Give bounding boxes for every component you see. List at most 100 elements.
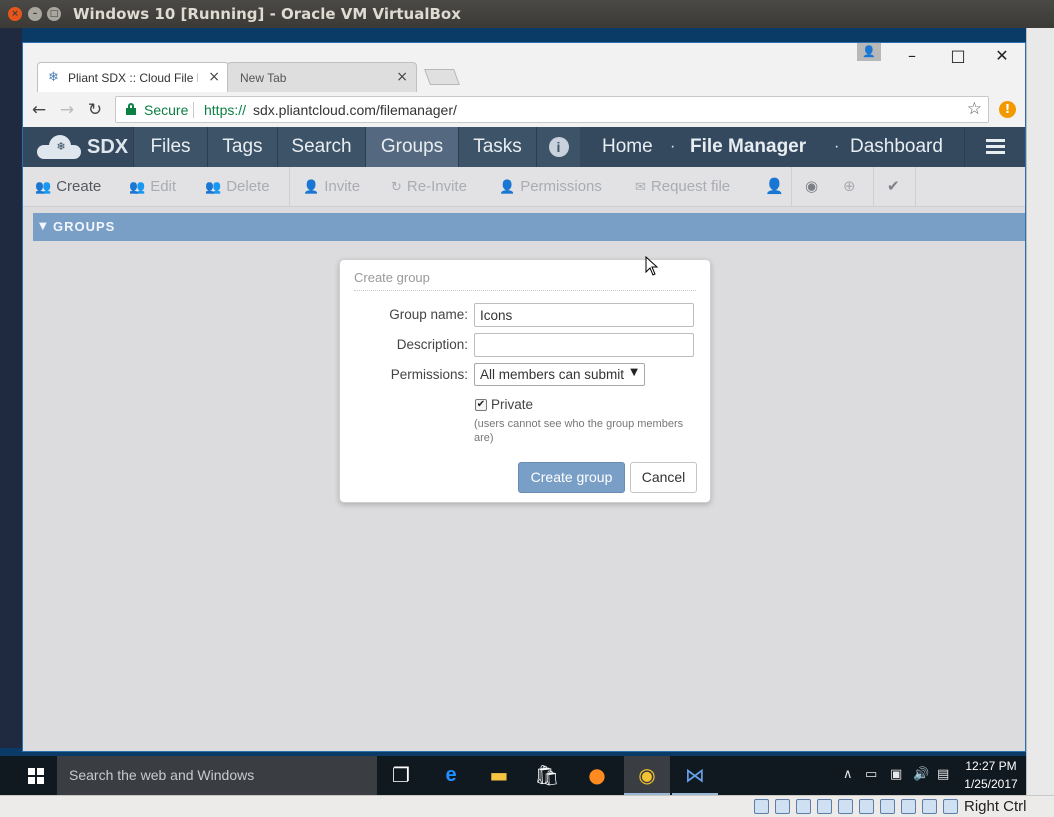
- tab-close-icon[interactable]: ×: [396, 69, 408, 85]
- nav-separator: ·: [670, 138, 676, 155]
- new-tab-button[interactable]: [424, 69, 460, 85]
- browser-toolbar: ← → ↻ Secure https:// sdx.pliantcloud.co…: [23, 93, 1025, 127]
- dialog-divider: [354, 290, 696, 291]
- visual-studio-icon[interactable]: ⋈: [672, 756, 718, 795]
- usb-icon[interactable]: [817, 799, 832, 814]
- permissions-select[interactable]: All members can submit ▼: [474, 363, 645, 386]
- forward-arrow-icon[interactable]: →: [55, 99, 79, 121]
- edge-icon[interactable]: e: [428, 756, 474, 795]
- cancel-button[interactable]: Cancel: [630, 462, 697, 493]
- network-adapter-icon[interactable]: [880, 799, 895, 814]
- display-icon[interactable]: [859, 799, 874, 814]
- group-name-label: Group name:: [389, 307, 468, 322]
- info-icon: i: [548, 137, 569, 157]
- permissions-action[interactable]: 👤 Permissions: [499, 178, 602, 195]
- action-bar: 👥 Create 👥 Edit 👥 Delete 👤 Invite ↻ Re-Invite…: [23, 167, 1025, 207]
- taskbar-time[interactable]: 12:27 PM: [960, 759, 1022, 773]
- tab-close-icon[interactable]: ×: [208, 69, 220, 85]
- hamburger-menu-icon[interactable]: [964, 127, 1025, 167]
- check-icon[interactable]: ✔: [887, 177, 900, 195]
- caret-down-icon: ▼: [39, 221, 48, 232]
- task-view-icon[interactable]: ❐: [378, 756, 424, 795]
- shared-folders-icon[interactable]: [838, 799, 853, 814]
- sdx-logo[interactable]: ❄ SDX: [23, 127, 133, 167]
- nav-groups[interactable]: Groups: [365, 127, 458, 167]
- share-icon[interactable]: ◉: [805, 177, 818, 195]
- vbox-titlebar: × – □ Windows 10 [Running] - Oracle VM V…: [0, 0, 1054, 28]
- action-label: Invite: [324, 178, 361, 195]
- taskbar-date[interactable]: 1/25/2017: [960, 777, 1022, 791]
- cloud-logo-icon: ❄: [37, 135, 81, 159]
- nav-info[interactable]: i: [536, 127, 580, 167]
- action-divider: [791, 167, 792, 207]
- cpu-icon[interactable]: [922, 799, 937, 814]
- user-add-icon: 👤: [303, 180, 320, 195]
- window-maximize-button[interactable]: □: [943, 45, 973, 67]
- windows-start-icon[interactable]: [22, 756, 56, 795]
- alert-extension-icon[interactable]: !: [999, 101, 1016, 118]
- window-minimize-button[interactable]: –: [897, 45, 927, 67]
- create-group-action[interactable]: 👥 Create: [35, 178, 101, 195]
- tray-power-icon[interactable]: ▭: [865, 767, 877, 782]
- firefox-icon[interactable]: ●: [574, 756, 620, 795]
- nav-tags[interactable]: Tags: [207, 127, 277, 167]
- invite-action[interactable]: 👤 Invite: [303, 178, 360, 195]
- nav-search[interactable]: Search: [277, 127, 365, 167]
- tray-volume-icon[interactable]: 🔊: [913, 767, 929, 782]
- store-icon[interactable]: 🛍: [524, 756, 570, 795]
- request-file-action[interactable]: ✉ Request file: [635, 178, 730, 195]
- optical-drive-icon[interactable]: [775, 799, 790, 814]
- profile-icon[interactable]: 👤: [857, 43, 881, 61]
- description-input[interactable]: [474, 333, 694, 357]
- vm-display[interactable]: ❄ Pliant SDX :: Cloud File M × New Tab ×…: [0, 28, 1054, 795]
- video-capture-icon[interactable]: [901, 799, 916, 814]
- nav-files[interactable]: Files: [133, 127, 207, 167]
- add-share-icon[interactable]: ⊕: [843, 177, 856, 195]
- web-app: ❄ SDX Files Tags Search Groups Tasks i H…: [23, 127, 1025, 751]
- app-navbar: ❄ SDX Files Tags Search Groups Tasks i H…: [23, 127, 1025, 167]
- vbox-minimize-button[interactable]: –: [28, 7, 42, 21]
- file-explorer-icon[interactable]: ▬: [476, 756, 522, 795]
- private-label[interactable]: Private: [491, 397, 533, 412]
- audio-icon[interactable]: [796, 799, 811, 814]
- nav-dashboard[interactable]: Dashboard: [850, 127, 943, 167]
- pliant-favicon-icon: ❄: [48, 70, 59, 85]
- tab-pliant-sdx[interactable]: ❄ Pliant SDX :: Cloud File M ×: [37, 62, 229, 92]
- groups-section-header[interactable]: ▼ GROUPS: [33, 213, 1025, 241]
- private-checkbox[interactable]: ✔: [475, 399, 487, 411]
- nav-home[interactable]: Home: [602, 127, 653, 167]
- tray-notifications-icon[interactable]: ▤: [937, 767, 949, 782]
- bookmark-star-icon[interactable]: ☆: [967, 99, 982, 119]
- tab-new-tab[interactable]: New Tab ×: [227, 62, 417, 92]
- url-text: sdx.pliantcloud.com/filemanager/: [253, 102, 457, 118]
- tray-network-icon[interactable]: ▣: [890, 767, 902, 782]
- reload-icon[interactable]: ↻: [83, 99, 107, 121]
- chrome-icon[interactable]: ◉: [624, 756, 670, 795]
- hard-disk-icon[interactable]: [754, 799, 769, 814]
- address-bar[interactable]: Secure https:// sdx.pliantcloud.com/file…: [115, 96, 989, 123]
- nav-file-manager[interactable]: File Manager: [690, 127, 806, 167]
- vbox-status-bar: Right Ctrl: [0, 795, 1054, 817]
- tab-title: New Tab: [240, 71, 287, 85]
- create-group-button[interactable]: Create group: [518, 462, 625, 493]
- user-remove-icon[interactable]: 👤: [765, 177, 784, 195]
- tray-chevron-up-icon[interactable]: ∧: [843, 767, 853, 782]
- nav-separator: ·: [834, 138, 840, 155]
- window-close-button[interactable]: ✕: [987, 45, 1017, 67]
- vbox-maximize-button[interactable]: □: [47, 7, 61, 21]
- taskbar-search-box[interactable]: Search the web and Windows: [57, 756, 377, 795]
- reinvite-action[interactable]: ↻ Re-Invite: [391, 178, 467, 195]
- action-divider: [873, 167, 874, 207]
- section-title: GROUPS: [53, 219, 116, 234]
- action-divider: [289, 167, 290, 207]
- delete-group-action[interactable]: 👥 Delete: [205, 178, 270, 195]
- create-group-dialog: Create group Group name: Description: Pe…: [339, 259, 711, 503]
- back-arrow-icon[interactable]: ←: [27, 99, 51, 121]
- nav-tasks[interactable]: Tasks: [458, 127, 536, 167]
- edit-group-action[interactable]: 👥 Edit: [129, 178, 176, 195]
- group-name-input[interactable]: [474, 303, 694, 327]
- users-add-icon: 👥: [35, 180, 52, 195]
- browser-window: ❄ Pliant SDX :: Cloud File M × New Tab ×…: [22, 42, 1026, 752]
- vbox-close-button[interactable]: ×: [8, 7, 22, 21]
- mouse-integration-icon[interactable]: [943, 799, 958, 814]
